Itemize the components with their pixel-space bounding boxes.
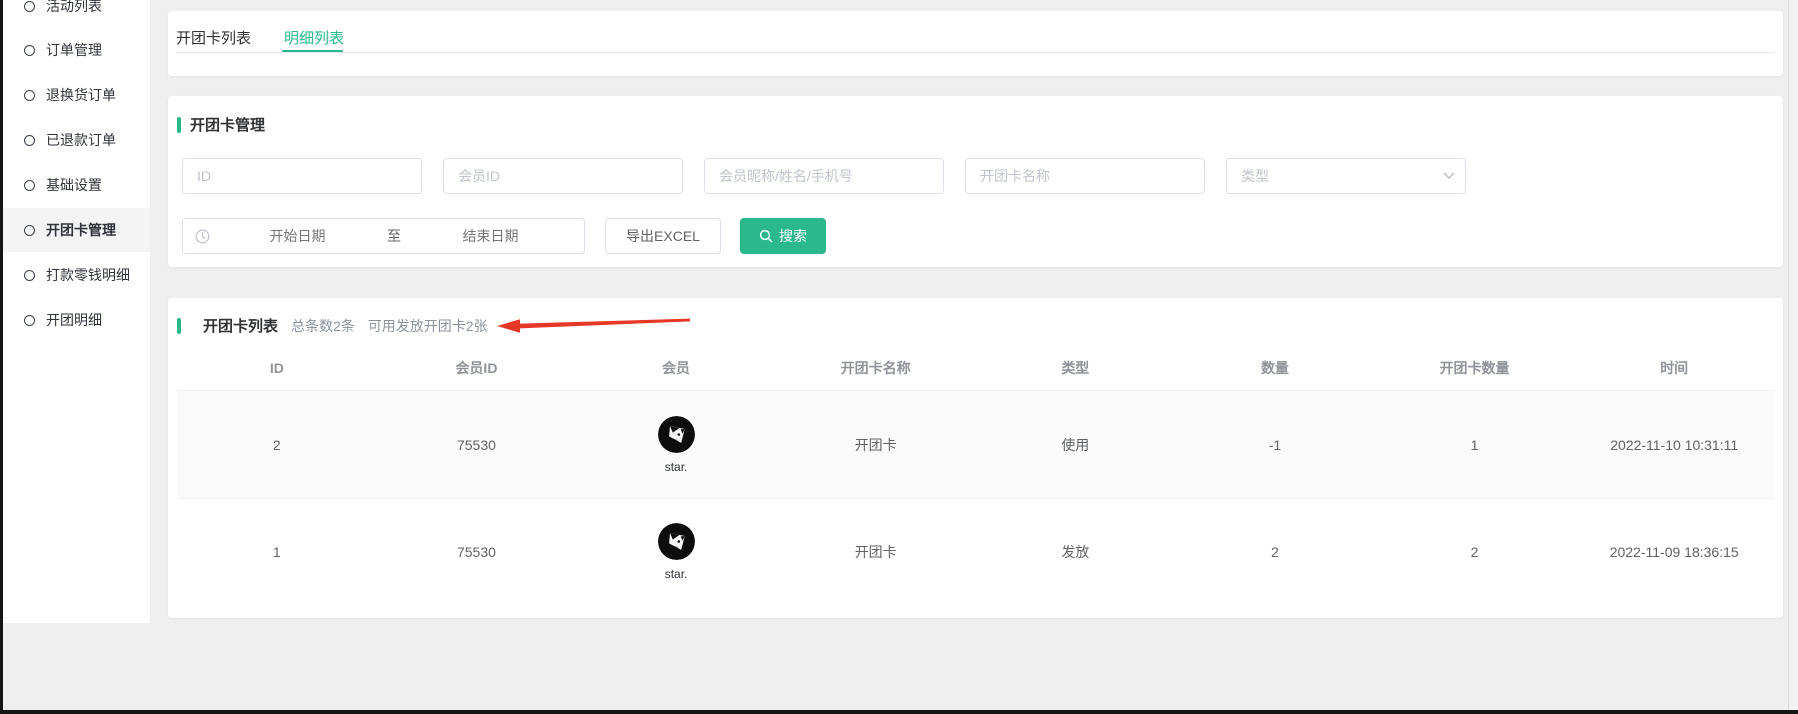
export-excel-label: 导出EXCEL <box>626 226 700 246</box>
start-date-input[interactable] <box>216 227 379 245</box>
sidebar-item-label: 基础设置 <box>46 175 102 195</box>
sidebar-item-refunded-orders[interactable]: 已退款订单 <box>3 118 150 162</box>
col-header-member-id: 会员ID <box>377 358 577 378</box>
red-annotation-arrow <box>493 316 695 336</box>
id-input[interactable] <box>182 158 422 194</box>
sidebar-item-group-card-management[interactable]: 开团卡管理 <box>3 208 150 252</box>
search-button-label: 搜索 <box>779 226 807 246</box>
available-cards-text: 可用发放开团卡2张 <box>368 316 488 336</box>
col-header-quantity: 数量 <box>1175 358 1375 378</box>
cell-member: star. <box>576 523 776 581</box>
total-count-text: 总条数2条 <box>291 316 355 336</box>
search-icon <box>759 229 773 243</box>
circle-icon <box>24 315 35 326</box>
sidebar-item-label: 退换货订单 <box>46 85 116 105</box>
member-name: star. <box>665 460 688 474</box>
member-info-input[interactable] <box>704 158 944 194</box>
cell-card-name: 开团卡 <box>776 435 976 455</box>
sidebar: 活动列表 订单管理 退换货订单 已退款订单 基础设置 开团卡管理 打款零钱明细 … <box>3 0 151 623</box>
window-bottom-edge <box>0 710 1798 714</box>
list-card: 开团卡列表 总条数2条 可用发放开团卡2张 ID 会员ID 会员 开团卡名称 类… <box>168 298 1783 618</box>
group-card-table: ID 会员ID 会员 开团卡名称 类型 数量 开团卡数量 时间 2 75530 <box>177 345 1774 605</box>
tab-group-card-list[interactable]: 开团卡列表 <box>176 27 251 48</box>
export-excel-button[interactable]: 导出EXCEL <box>605 218 721 254</box>
list-section-title: 开团卡列表 <box>203 315 278 336</box>
vertical-scrollbar[interactable] <box>1788 0 1798 710</box>
search-button[interactable]: 搜索 <box>740 218 826 254</box>
cell-quantity: 2 <box>1175 544 1375 560</box>
member-avatar <box>658 416 695 453</box>
sidebar-item-label: 开团明细 <box>46 310 102 330</box>
cell-card-name: 开团卡 <box>776 542 976 562</box>
sidebar-item-group-detail[interactable]: 开团明细 <box>3 298 150 342</box>
col-header-type: 类型 <box>976 358 1176 378</box>
green-bar-icon <box>177 117 181 133</box>
member-id-input[interactable] <box>443 158 683 194</box>
sidebar-item-label: 开团卡管理 <box>46 220 116 240</box>
green-bar-icon <box>177 318 181 334</box>
sidebar-item-payment-change-detail[interactable]: 打款零钱明细 <box>3 253 150 297</box>
clock-icon <box>195 229 210 244</box>
col-header-time: 时间 <box>1574 358 1774 378</box>
type-select-input[interactable] <box>1226 158 1466 194</box>
tab-bar: 开团卡列表 明细列表 <box>168 11 1783 76</box>
sidebar-item-return-orders[interactable]: 退换货订单 <box>3 73 150 117</box>
col-header-id: ID <box>177 360 377 376</box>
circle-icon <box>24 180 35 191</box>
member-name: star. <box>665 567 688 581</box>
col-header-card-name: 开团卡名称 <box>776 358 976 378</box>
sidebar-item-label: 已退款订单 <box>46 130 116 150</box>
cell-type: 使用 <box>976 435 1176 455</box>
circle-icon <box>24 1 35 12</box>
circle-icon <box>24 270 35 281</box>
card-name-input[interactable] <box>965 158 1205 194</box>
cell-member-id: 75530 <box>377 437 577 453</box>
table-row: 1 75530 star. 开团卡 发放 2 2 <box>177 498 1774 605</box>
sidebar-item-label: 活动列表 <box>46 0 102 16</box>
circle-icon <box>24 135 35 146</box>
col-header-card-quantity: 开团卡数量 <box>1375 358 1575 378</box>
list-section-title-row: 开团卡列表 总条数2条 可用发放开团卡2张 <box>177 315 488 336</box>
cell-time: 2022-11-09 18:36:15 <box>1574 544 1774 560</box>
cell-card-quantity: 1 <box>1375 437 1575 453</box>
sidebar-item-label: 打款零钱明细 <box>46 265 130 285</box>
cell-quantity: -1 <box>1175 437 1375 453</box>
sidebar-item-basic-settings[interactable]: 基础设置 <box>3 163 150 207</box>
cell-id: 2 <box>177 437 377 453</box>
search-section-title-row: 开团卡管理 <box>177 114 265 135</box>
cell-time: 2022-11-10 10:31:11 <box>1574 437 1774 453</box>
member-avatar <box>658 523 695 560</box>
tab-divider <box>176 52 1774 53</box>
date-range-separator: 至 <box>379 226 409 246</box>
cell-member-id: 75530 <box>377 544 577 560</box>
type-select[interactable] <box>1226 158 1466 194</box>
end-date-input[interactable] <box>409 227 572 245</box>
table-row: 2 75530 star. 开团卡 使用 -1 1 <box>177 391 1774 498</box>
circle-icon <box>24 90 35 101</box>
cell-id: 1 <box>177 544 377 560</box>
search-section-title: 开团卡管理 <box>190 114 265 135</box>
sidebar-item-activity-list[interactable]: 活动列表 <box>3 0 150 28</box>
cell-type: 发放 <box>976 542 1176 562</box>
window-left-edge <box>0 0 3 714</box>
cell-member: star. <box>576 416 776 474</box>
date-range-picker[interactable]: 至 <box>182 218 585 254</box>
cell-card-quantity: 2 <box>1375 544 1575 560</box>
circle-icon <box>24 225 35 236</box>
tabs-card: 开团卡列表 明细列表 <box>168 11 1783 76</box>
sidebar-item-order-management[interactable]: 订单管理 <box>3 28 150 72</box>
tab-detail-list[interactable]: 明细列表 <box>284 27 344 48</box>
sidebar-item-label: 订单管理 <box>46 40 102 60</box>
circle-icon <box>24 45 35 56</box>
search-card: 开团卡管理 至 导出EXCEL 搜索 <box>168 96 1783 267</box>
table-header-row: ID 会员ID 会员 开团卡名称 类型 数量 开团卡数量 时间 <box>177 345 1774 391</box>
col-header-member: 会员 <box>576 358 776 378</box>
